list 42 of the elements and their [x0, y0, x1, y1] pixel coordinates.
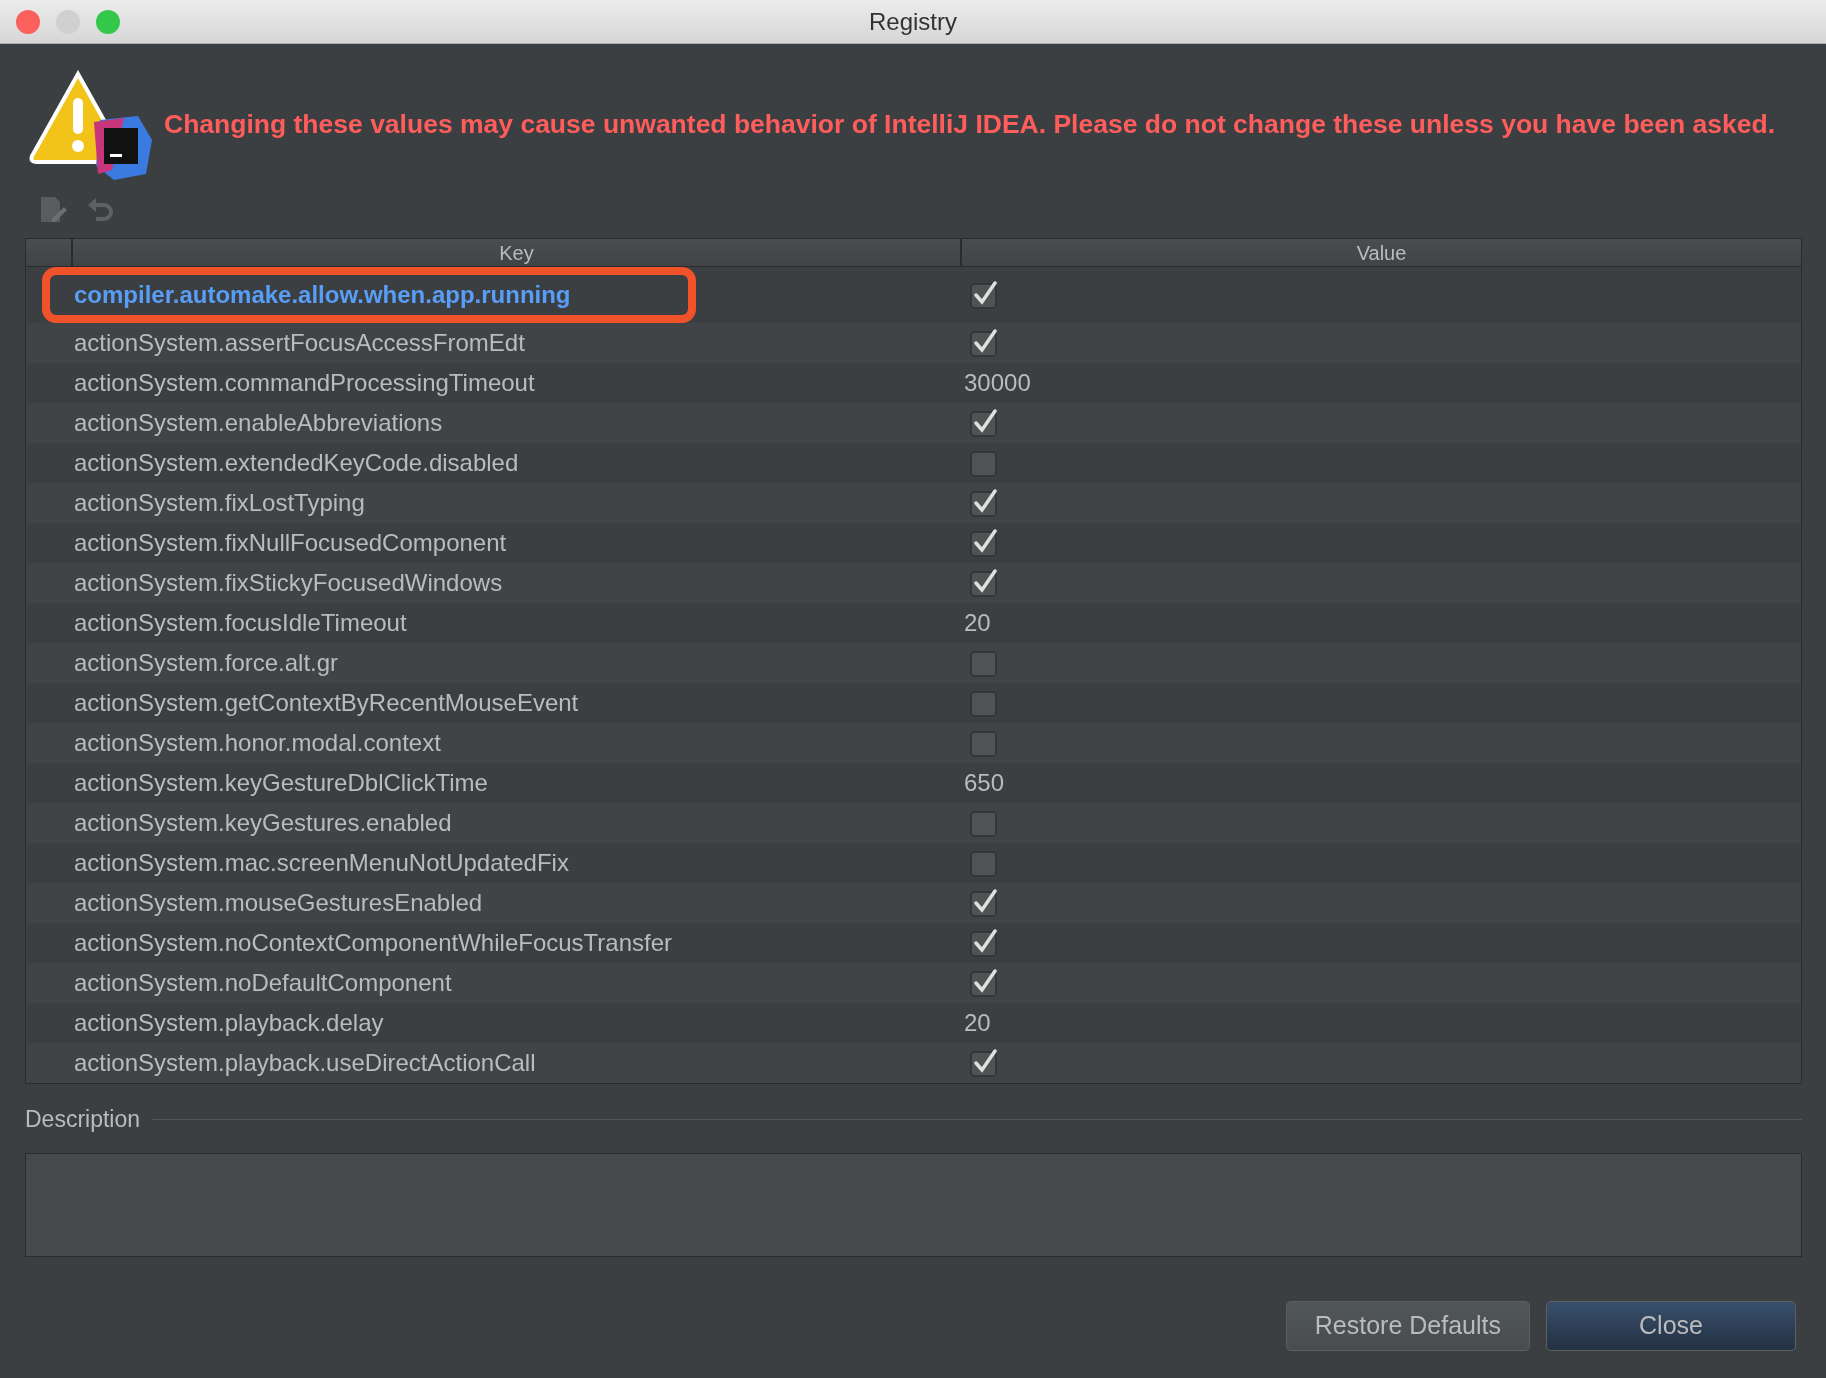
registry-key[interactable]: actionSystem.extendedKeyCode.disabled — [26, 445, 964, 481]
column-header[interactable]: Value — [962, 239, 1801, 266]
checked-checkbox[interactable] — [970, 529, 998, 557]
registry-key[interactable]: actionSystem.fixNullFocusedComponent — [26, 525, 964, 561]
checked-checkbox[interactable] — [970, 929, 998, 957]
registry-value: 20 — [964, 1009, 991, 1036]
zoom-window-icon[interactable] — [96, 10, 120, 34]
checkbox[interactable] — [970, 689, 998, 717]
description-label: Description — [25, 1105, 141, 1134]
minimize-window-icon[interactable] — [56, 10, 80, 34]
warning-icon — [28, 70, 152, 180]
checked-checkbox[interactable] — [970, 281, 998, 309]
checkbox[interactable] — [970, 449, 998, 477]
registry-key[interactable]: compiler.automake.allow.when.app.running — [26, 277, 964, 313]
registry-key[interactable]: actionSystem.mac.screenMenuNotUpdatedFix — [26, 845, 964, 881]
registry-key[interactable]: actionSystem.playback.delay — [26, 1005, 964, 1041]
checkbox[interactable] — [970, 649, 998, 677]
checked-checkbox[interactable] — [970, 489, 998, 517]
registry-key[interactable]: actionSystem.commandProcessingTimeout — [26, 365, 964, 401]
checkbox[interactable] — [970, 849, 998, 877]
checked-checkbox[interactable] — [970, 329, 998, 357]
warning-message: Changing these values may cause unwanted behavior of IntelliJ IDEA. Please do not change these unless you have been asked. — [164, 108, 1776, 142]
registry-value: 30000 — [964, 369, 1031, 396]
checked-checkbox[interactable] — [970, 569, 998, 597]
registry-key[interactable]: actionSystem.keyGestureDblClickTime — [26, 765, 964, 801]
registry-key[interactable]: actionSystem.getContextByRecentMouseEvent — [26, 685, 964, 721]
restore-defaults-button[interactable]: Restore Defaults — [1285, 1300, 1530, 1351]
checked-checkbox[interactable] — [970, 409, 998, 437]
checkbox[interactable] — [970, 809, 998, 837]
checked-checkbox[interactable] — [970, 889, 998, 917]
edit-icon[interactable] — [38, 195, 68, 225]
registry-key[interactable]: actionSystem.focusIdleTimeout — [26, 605, 964, 641]
registry-value: 20 — [964, 609, 991, 636]
checked-checkbox[interactable] — [970, 1049, 998, 1077]
registry-key[interactable]: actionSystem.noContextComponentWhileFocusTransfer — [26, 925, 964, 961]
checkbox[interactable] — [970, 729, 998, 757]
window-title: Registry — [869, 6, 957, 37]
close-button[interactable]: Close — [1546, 1300, 1796, 1351]
close-window-icon[interactable] — [16, 10, 40, 34]
checked-checkbox[interactable] — [970, 969, 998, 997]
column-header[interactable]: Key — [73, 239, 962, 266]
registry-value: 650 — [964, 769, 1005, 796]
